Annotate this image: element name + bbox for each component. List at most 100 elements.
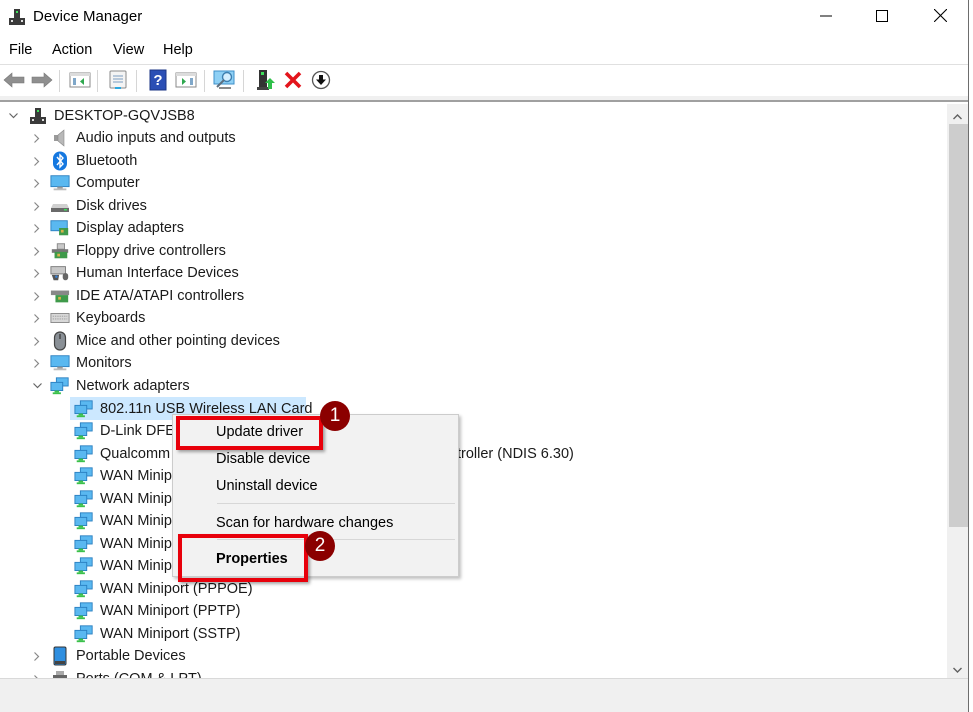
tree-category[interactable]: Computer	[0, 172, 400, 194]
hid-icon	[50, 264, 70, 282]
network-adapter-icon	[74, 625, 94, 643]
tree-category[interactable]: IDE ATA/ATAPI controllers	[0, 285, 400, 307]
step-badge-2: 2	[305, 531, 335, 561]
scroll-down-button[interactable]	[947, 659, 968, 676]
tree-category-expanded[interactable]: Network adapters	[0, 375, 400, 397]
vertical-scrollbar[interactable]	[947, 104, 968, 678]
forward-button[interactable]	[30, 69, 54, 93]
tree-category[interactable]: Mice and other pointing devices	[0, 330, 400, 352]
chevron-right-icon[interactable]	[32, 358, 42, 368]
show-hide-console-tree-button[interactable]	[68, 69, 92, 93]
tree-category[interactable]: Human Interface Devices	[0, 262, 400, 284]
window-title: Device Manager	[33, 8, 143, 25]
chevron-right-icon[interactable]	[32, 651, 42, 661]
back-button[interactable]	[2, 69, 26, 93]
help-icon: ?	[149, 69, 167, 94]
tree-category[interactable]: Ports (COM & LPT)	[0, 668, 400, 678]
tree-device[interactable]: WAN Minip	[74, 465, 172, 487]
menu-item-label: Uninstall device	[216, 478, 318, 494]
tree-device-label: WAN Minip	[100, 536, 172, 552]
tree-device-label-overflow: troller (NDIS 6.30)	[457, 443, 574, 465]
tree-category[interactable]: Bluetooth	[0, 150, 400, 172]
toolbar: ?	[0, 64, 968, 96]
tree-device[interactable]: WAN Minip	[74, 488, 172, 510]
menu-help[interactable]: Help	[163, 42, 193, 58]
tree-category[interactable]: Monitors	[0, 352, 400, 374]
scan-hardware-button[interactable]	[213, 69, 237, 93]
network-adapter-icon	[74, 535, 94, 553]
chevron-right-icon[interactable]	[32, 268, 42, 278]
uninstall-device-button[interactable]	[281, 69, 305, 93]
network-adapter-icon	[74, 512, 94, 530]
tree-category[interactable]: Audio inputs and outputs	[0, 127, 400, 149]
context-menu-disable-device[interactable]: Disable device	[174, 446, 458, 472]
tree-device[interactable]: D-Link DFE	[74, 420, 175, 442]
maximize-button[interactable]	[853, 0, 911, 34]
properties-toolbar-button[interactable]	[106, 69, 130, 93]
context-menu-uninstall-device[interactable]: Uninstall device	[174, 473, 458, 499]
tree-device[interactable]: WAN Miniport (SSTP)	[74, 623, 240, 645]
tree-device[interactable]: WAN Minip	[74, 555, 172, 577]
tree-category-label: IDE ATA/ATAPI controllers	[76, 288, 245, 304]
tree-category-label: Network adapters	[76, 378, 190, 394]
minimize-button[interactable]	[797, 0, 855, 34]
tree-category[interactable]: Floppy drive controllers	[0, 240, 400, 262]
network-adapter-icon	[74, 602, 94, 620]
disable-device-button[interactable]	[309, 69, 333, 93]
tree-device[interactable]: WAN Miniport (PPPOE)	[74, 578, 253, 600]
update-driver-button[interactable]	[254, 69, 278, 93]
tree-device-label: WAN Minip	[100, 491, 172, 507]
tree-category-label: Display adapters	[76, 220, 184, 236]
tree-category[interactable]: Portable Devices	[0, 645, 400, 667]
close-icon	[933, 8, 947, 25]
tree-root[interactable]: DESKTOP-GQVJSB8	[0, 105, 400, 127]
toolbar-separator	[97, 70, 98, 92]
menu-view[interactable]: View	[113, 42, 144, 58]
menu-action[interactable]: Action	[52, 42, 92, 58]
tree-category[interactable]: Disk drives	[0, 195, 400, 217]
chevron-down-icon[interactable]	[8, 111, 18, 121]
red-x-icon	[284, 71, 302, 92]
tree-category-label: Bluetooth	[76, 153, 138, 169]
toolbar-separator	[204, 70, 205, 92]
bluetooth-icon	[50, 151, 70, 171]
chevron-right-icon[interactable]	[32, 291, 42, 301]
network-adapter-icon	[74, 400, 94, 418]
chevron-down-icon	[953, 660, 962, 676]
chevron-right-icon[interactable]	[32, 246, 42, 256]
tree-device-label: WAN Minip	[100, 558, 172, 574]
context-menu-update-driver[interactable]: Update driver	[174, 419, 458, 445]
help-button[interactable]: ?	[146, 69, 170, 93]
tree-category[interactable]: Display adapters	[0, 217, 400, 239]
tree-device[interactable]: WAN Miniport (PPTP)	[74, 600, 240, 622]
chevron-right-icon[interactable]	[32, 178, 42, 188]
close-button[interactable]	[911, 0, 969, 34]
monitor-icon	[50, 354, 70, 372]
svg-text:?: ?	[153, 72, 162, 89]
tree-device-label-suffix: troller (NDIS 6.30)	[457, 446, 574, 462]
chevron-down-icon[interactable]	[32, 381, 42, 391]
menu-file[interactable]: File	[9, 42, 32, 58]
chevron-right-icon[interactable]	[32, 133, 42, 143]
tree-category-label: Portable Devices	[76, 648, 186, 664]
chevron-right-icon[interactable]	[32, 336, 42, 346]
display-adapter-icon	[50, 219, 70, 237]
tree-category[interactable]: Keyboards	[0, 307, 400, 329]
scroll-up-button[interactable]	[947, 106, 968, 123]
chevron-right-icon[interactable]	[32, 156, 42, 166]
tree-category-label: Keyboards	[76, 310, 146, 326]
tree-device[interactable]: WAN Minip	[74, 510, 172, 532]
tree-device[interactable]: WAN Minip	[74, 533, 172, 555]
show-hide-action-pane-button[interactable]	[174, 69, 198, 93]
device-tree: DESKTOP-GQVJSB8 Audio inputs and outputs…	[0, 104, 947, 678]
chevron-right-icon[interactable]	[32, 313, 42, 323]
tree-category-label: Monitors	[76, 355, 132, 371]
scrollbar-thumb[interactable]	[949, 124, 968, 527]
window-edge	[968, 0, 973, 712]
tree-device[interactable]: Qualcomm	[74, 443, 170, 465]
minimize-icon	[820, 9, 832, 25]
arrow-right-icon	[31, 71, 53, 91]
tree-root-label: DESKTOP-GQVJSB8	[54, 108, 195, 124]
chevron-right-icon[interactable]	[32, 201, 42, 211]
chevron-right-icon[interactable]	[32, 223, 42, 233]
